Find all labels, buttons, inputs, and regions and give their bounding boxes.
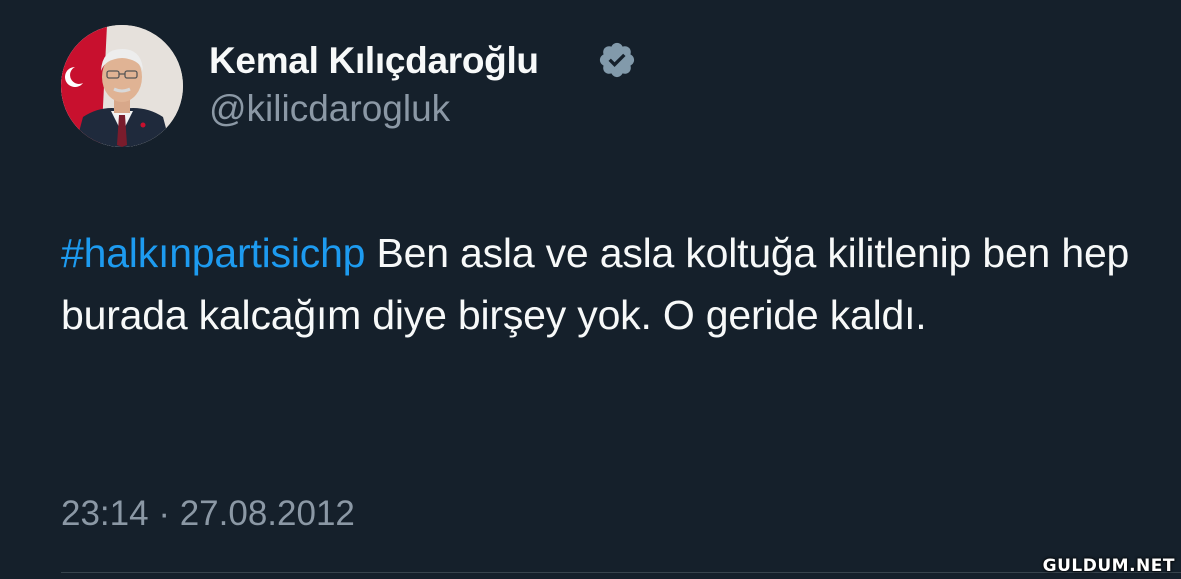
tweet-card: Kemal Kılıçdaroğlu @kilicdarogluk #halkı… xyxy=(0,0,1181,579)
author-avatar[interactable] xyxy=(61,25,183,147)
author-display-name[interactable]: Kemal Kılıçdaroğlu xyxy=(209,40,539,82)
divider xyxy=(61,572,1181,573)
avatar-photo xyxy=(61,25,183,147)
watermark-text: GULDUM.NET xyxy=(1042,556,1175,576)
verified-badge-icon xyxy=(599,42,635,78)
hashtag-link[interactable]: #halkınpartisichp xyxy=(61,230,365,276)
meta-separator: · xyxy=(158,494,170,533)
tweet-timestamp[interactable]: 23:14 · 27.08.2012 xyxy=(61,494,355,534)
tweet-date: 27.08.2012 xyxy=(179,494,355,533)
tweet-time: 23:14 xyxy=(61,494,149,533)
tweet-text: #halkınpartisichp Ben asla ve asla koltu… xyxy=(61,222,1156,346)
author-handle[interactable]: @kilicdarogluk xyxy=(209,88,450,130)
